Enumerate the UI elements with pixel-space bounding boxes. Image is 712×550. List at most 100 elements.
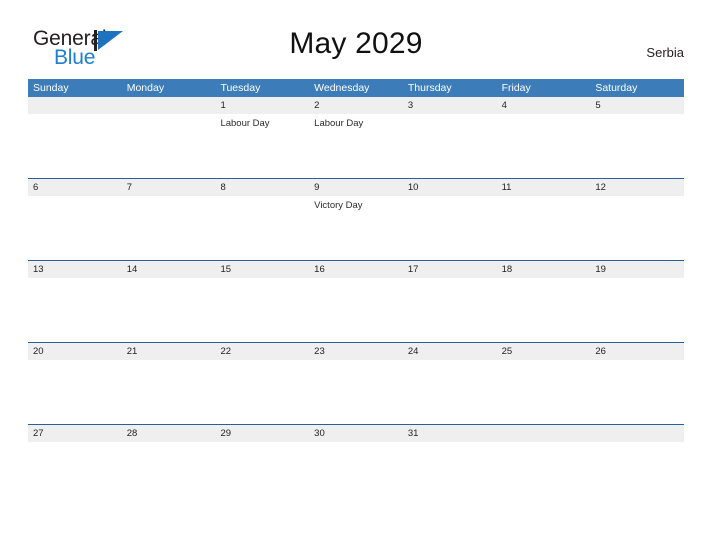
weekday-header-friday: Friday <box>501 82 531 94</box>
page-title: May 2029 <box>289 27 423 60</box>
weekday-header-sunday: Sunday <box>33 82 69 94</box>
calendar-week-row: 20 21 22 23 24 25 26 <box>28 342 684 424</box>
calendar-weeks: 1 Labour Day 2 Labour Day 3 4 5 6 7 8 9 Victory Day… <box>28 97 684 506</box>
day-cell[interactable]: 11 <box>497 179 591 260</box>
day-cell[interactable]: 30 <box>309 425 403 506</box>
day-cell-empty <box>28 97 122 178</box>
day-number: 9 <box>314 182 320 193</box>
day-cell[interactable]: 16 <box>309 261 403 342</box>
day-events: Victory Day <box>314 196 403 212</box>
day-cell-empty <box>497 425 591 506</box>
weekday-header-saturday: Saturday <box>595 82 638 94</box>
day-number <box>595 425 684 442</box>
day-cell[interactable]: 12 <box>590 179 684 260</box>
day-number: 1 <box>220 100 226 111</box>
day-cell[interactable]: 26 <box>590 343 684 424</box>
day-cell[interactable]: 28 <box>122 425 216 506</box>
day-cell[interactable]: 10 <box>403 179 497 260</box>
weekday-header-tuesday: Tuesday <box>220 82 261 94</box>
day-number: 4 <box>501 100 507 111</box>
day-number: 14 <box>126 264 138 275</box>
day-cell[interactable]: 22 <box>215 343 309 424</box>
day-number: 6 <box>33 182 39 193</box>
weekday-header-wednesday: Wednesday <box>314 82 370 94</box>
day-number: 27 <box>33 428 44 439</box>
holiday-event: Victory Day <box>314 200 363 211</box>
weekday-header-row: Sunday Monday Tuesday Wednesday Thursday Frid… <box>28 79 684 97</box>
day-number: 17 <box>407 264 419 275</box>
day-number: 19 <box>595 264 606 275</box>
day-number <box>127 97 216 114</box>
day-number: 7 <box>126 182 133 193</box>
day-number <box>502 425 591 442</box>
holiday-event: Labour Day <box>220 118 270 129</box>
day-number: 12 <box>595 182 606 193</box>
calendar-week-row: 1 Labour Day 2 Labour Day 3 4 5 <box>28 97 684 178</box>
day-number: 29 <box>220 428 232 439</box>
day-number: 22 <box>220 346 232 357</box>
day-number: 10 <box>407 182 419 193</box>
page-header: General Blue May 2029 Serbia <box>0 0 712 78</box>
holiday-event: Labour Day <box>314 118 364 129</box>
calendar-page: General Blue May 2029 Serbia Sunday Monda… <box>0 0 712 550</box>
day-number: 30 <box>314 428 325 439</box>
day-cell[interactable]: 13 <box>28 261 122 342</box>
day-number: 21 <box>126 346 138 357</box>
calendar-week-row: 13 14 15 16 17 18 19 <box>28 260 684 342</box>
day-number: 24 <box>407 346 419 357</box>
day-cell[interactable]: 6 <box>28 179 122 260</box>
day-cell[interactable]: 17 <box>403 261 497 342</box>
weekday-header-monday: Monday <box>126 82 165 94</box>
day-cell[interactable]: 24 <box>403 343 497 424</box>
day-cell[interactable]: 2 Labour Day <box>309 97 403 178</box>
week-cells: 20 21 22 23 24 25 26 <box>28 343 684 424</box>
day-cell[interactable]: 4 <box>497 97 591 178</box>
day-cell[interactable]: 5 <box>590 97 684 178</box>
day-number: 16 <box>314 264 325 275</box>
day-number: 31 <box>407 428 419 439</box>
day-cell[interactable]: 8 <box>215 179 309 260</box>
day-events: Labour Day <box>314 114 403 130</box>
day-number: 18 <box>501 264 513 275</box>
calendar-week-row: 27 28 29 30 31 <box>28 424 684 506</box>
day-number: 2 <box>314 100 320 111</box>
day-cell[interactable]: 3 <box>403 97 497 178</box>
day-number: 26 <box>595 346 606 357</box>
week-cells: 6 7 8 9 Victory Day 10 11 12 <box>28 179 684 260</box>
week-cells: 27 28 29 30 31 <box>28 425 684 506</box>
day-number: 23 <box>314 346 325 357</box>
day-cell[interactable]: 31 <box>403 425 497 506</box>
week-cells: 1 Labour Day 2 Labour Day 3 4 5 <box>28 97 684 178</box>
calendar-grid: Sunday Monday Tuesday Wednesday Thursday Frid… <box>28 79 684 506</box>
day-number: 25 <box>501 346 513 357</box>
week-cells: 13 14 15 16 17 18 19 <box>28 261 684 342</box>
day-number: 3 <box>407 100 414 111</box>
day-number: 15 <box>220 264 232 275</box>
day-cell[interactable]: 15 <box>215 261 309 342</box>
day-cell[interactable]: 7 <box>122 179 216 260</box>
day-number: 28 <box>126 428 138 439</box>
country-label: Serbia <box>646 45 684 60</box>
day-cell[interactable]: 19 <box>590 261 684 342</box>
day-number: 20 <box>33 346 44 357</box>
day-cell[interactable]: 14 <box>122 261 216 342</box>
day-cell[interactable]: 29 <box>215 425 309 506</box>
weekday-header-thursday: Thursday <box>407 82 452 94</box>
day-cell[interactable]: 18 <box>497 261 591 342</box>
calendar-week-row: 6 7 8 9 Victory Day 10 11 12 <box>28 178 684 260</box>
day-cell[interactable]: 21 <box>122 343 216 424</box>
day-number: 13 <box>33 264 44 275</box>
day-cell[interactable]: 1 Labour Day <box>215 97 309 178</box>
day-number: 5 <box>595 100 601 111</box>
day-cell[interactable]: 20 <box>28 343 122 424</box>
day-number: 11 <box>501 182 512 193</box>
day-cell-empty <box>590 425 684 506</box>
day-events: Labour Day <box>220 114 309 130</box>
day-cell-empty <box>122 97 216 178</box>
day-cell[interactable]: 23 <box>309 343 403 424</box>
day-cell[interactable]: 9 Victory Day <box>309 179 403 260</box>
day-number <box>33 97 122 114</box>
day-number: 8 <box>220 182 226 193</box>
day-cell[interactable]: 25 <box>497 343 591 424</box>
day-cell[interactable]: 27 <box>28 425 122 506</box>
